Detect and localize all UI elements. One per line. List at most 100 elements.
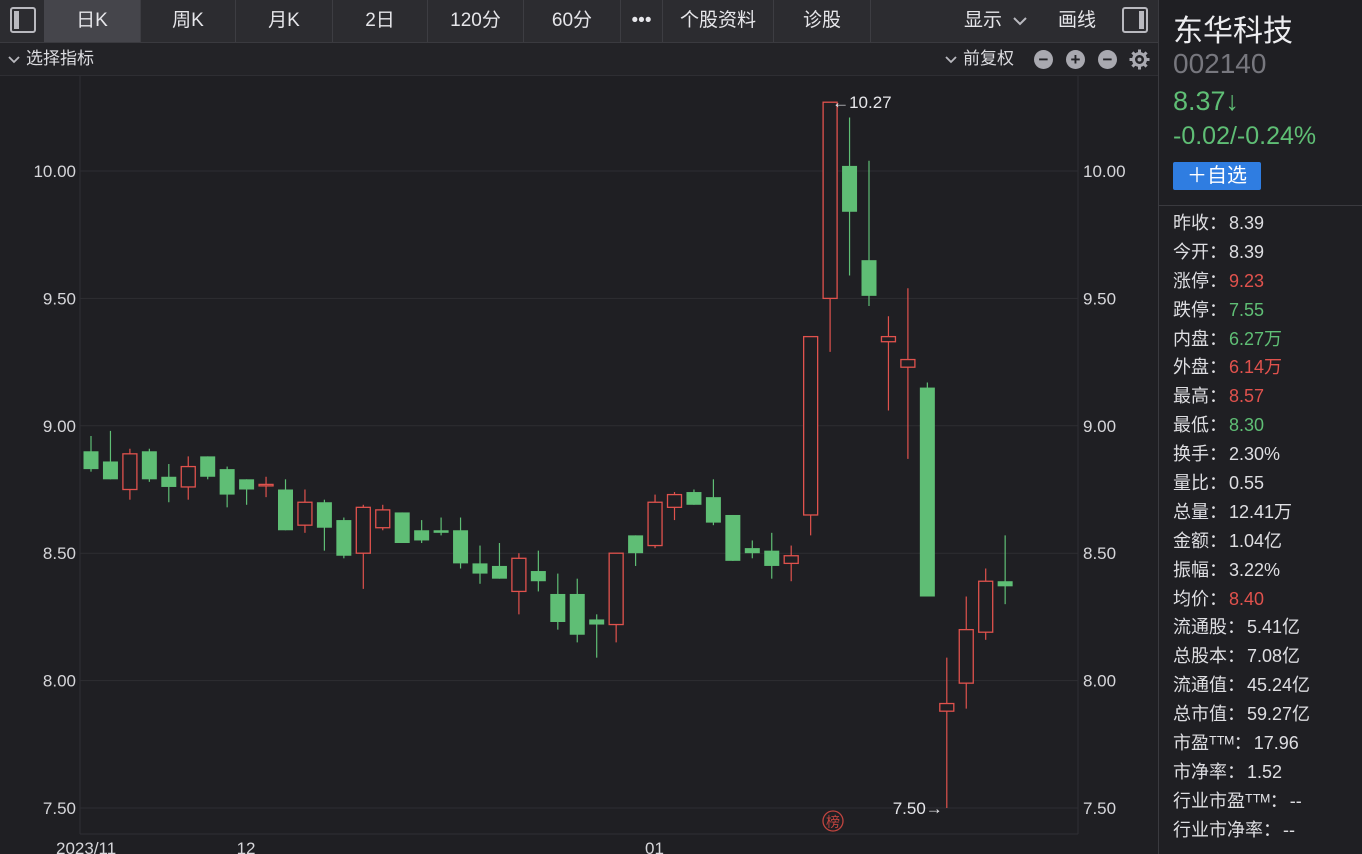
more-periods-button[interactable]: •••	[621, 0, 663, 42]
x-tick-label: 01	[645, 839, 664, 854]
stat-row: 总市值： 59.27亿	[1173, 700, 1310, 729]
candle-body-down	[414, 530, 430, 541]
tab-daily-k[interactable]: 日K	[44, 0, 141, 42]
candle-body-down	[200, 456, 216, 477]
stat-row: 总股本： 7.08亿	[1173, 642, 1310, 671]
stat-value: 9.23	[1229, 270, 1265, 291]
y-tick-label-right: 9.00	[1083, 417, 1116, 436]
stat-row: 市净率： 1.52	[1173, 758, 1310, 787]
stat-value: 12.41万	[1229, 501, 1293, 522]
tab-monthly-k[interactable]: 月K	[236, 0, 333, 42]
collapse-icon[interactable]: −	[1098, 50, 1117, 69]
stat-label: 流通股：	[1173, 617, 1245, 638]
y-tick-label-left: 9.50	[43, 289, 76, 308]
candle-body-down	[161, 476, 177, 487]
stat-value: 5.41亿	[1247, 617, 1301, 638]
candle-body-down	[453, 530, 469, 564]
stat-label: 金额：	[1173, 530, 1227, 551]
candle-body-down	[102, 461, 118, 480]
candle-body-up	[880, 335, 897, 343]
tab-weekly-k[interactable]: 周K	[141, 0, 236, 42]
candle-body-up	[258, 483, 274, 487]
candle-body-down	[725, 514, 741, 561]
candle-body-up	[180, 465, 196, 488]
stat-label: 振幅：	[1173, 559, 1227, 580]
stat-label: 行业市净率：	[1173, 819, 1281, 840]
zoom-out-icon[interactable]: −	[1034, 50, 1053, 69]
tab-2-day[interactable]: 2日	[333, 0, 428, 42]
stat-value: 0.55	[1229, 473, 1265, 494]
y-tick-label-right: 9.50	[1083, 289, 1116, 308]
tab-stock-profile[interactable]: 个股资料	[663, 0, 774, 42]
stock-code: 002140	[1173, 48, 1267, 79]
stat-row: 量比： 0.55	[1173, 469, 1310, 498]
tab-stock-diagnosis[interactable]: 诊股	[774, 0, 871, 42]
draw-line-button[interactable]: 画线	[1058, 0, 1096, 42]
stat-value: 8.39	[1229, 213, 1265, 233]
zoom-in-icon[interactable]: +	[1066, 50, 1085, 69]
add-watchlist-button[interactable]: ＋自选	[1173, 162, 1261, 190]
tab-120-min[interactable]: 120分	[428, 0, 524, 42]
stat-row: 今开： 8.39	[1173, 238, 1310, 267]
stat-row: 总量： 12.41万	[1173, 498, 1310, 527]
stat-value: 7.08亿	[1247, 646, 1301, 667]
adjust-dropdown[interactable]: 前复权	[945, 43, 1014, 75]
y-tick-label-left: 8.00	[43, 672, 76, 691]
stat-value: 8.57	[1229, 386, 1265, 407]
chevron-down-icon	[8, 55, 20, 63]
stat-label: 外盘：	[1173, 357, 1227, 378]
candle-body-down	[83, 451, 99, 470]
right-panel-toggle-icon[interactable]	[1122, 7, 1148, 33]
kline-chart[interactable]: 10.00 10.00 9.50 9.50 9.00 9.00 8.50 8.50 8.00 8.…	[0, 76, 1158, 854]
stat-label: 内盘：	[1173, 328, 1227, 349]
stat-value: 8.40	[1229, 588, 1265, 609]
candle-body-down	[394, 512, 410, 544]
stat-row: 行业市净率： --	[1173, 816, 1310, 845]
candle-body-down	[744, 548, 760, 554]
candle-body-down	[919, 387, 935, 597]
stat-label: 换手：	[1173, 444, 1227, 465]
candle-body-down	[861, 260, 877, 296]
kline-chart-svg: 10.00 10.00 9.50 9.50 9.00 9.00 8.50 8.50 8.00 8.…	[33, 76, 1126, 854]
candle-body-up	[666, 493, 683, 508]
stat-value: 6.27万	[1229, 328, 1283, 349]
stat-label: 涨停：	[1173, 270, 1227, 291]
candle-body-down	[141, 451, 157, 480]
candle-body-down	[628, 535, 644, 554]
display-dropdown[interactable]: 显示	[964, 0, 1028, 42]
quote-panel: 东华科技 002140 8.37↓ -0.02/-0.24% ＋自选 昨收： 8.…	[1158, 0, 1362, 854]
stat-label: 量比：	[1173, 473, 1227, 494]
y-tick-label-right: 10.00	[1083, 162, 1126, 181]
candle-body-up	[511, 557, 527, 593]
candle-body-down	[336, 520, 352, 556]
min-price-annotation: 7.50→	[893, 799, 943, 818]
left-panel-toggle-icon[interactable]	[10, 7, 36, 33]
stat-label: 行业市盈ᵀᵀᴹ：	[1173, 790, 1288, 811]
chevron-down-icon	[1013, 17, 1028, 26]
stat-value: 1.04亿	[1229, 530, 1283, 551]
stat-label: 总股本：	[1173, 646, 1245, 667]
candle-body-down	[589, 619, 605, 625]
stat-row: 外盘： 6.14万	[1173, 353, 1310, 382]
stat-label: 均价：	[1173, 588, 1227, 609]
y-tick-label-left: 9.00	[43, 417, 76, 436]
select-indicator-dropdown[interactable]: 选择指标	[8, 43, 94, 75]
tab-60-min[interactable]: 60分	[524, 0, 621, 42]
stock-price: 8.37↓	[1173, 86, 1240, 116]
stat-value: 45.24亿	[1247, 675, 1311, 696]
candle-body-down	[239, 479, 255, 490]
stat-value: 8.30	[1229, 415, 1265, 436]
stat-value: 7.55	[1229, 299, 1265, 320]
stat-label: 市盈ᵀᵀᴹ：	[1173, 733, 1252, 754]
candle-body-down	[219, 469, 235, 495]
candle-body-down	[472, 563, 488, 574]
stat-row: 换手： 2.30%	[1173, 440, 1310, 469]
stat-label: 总量：	[1173, 501, 1227, 522]
candle-body-up	[122, 453, 138, 491]
candle-body-up	[375, 509, 391, 529]
stats-list: 昨收： 8.39 今开： 8.39 涨停： 9.23 跌停： 7.55 内盘： 6.27万 外盘： 6…	[1173, 209, 1310, 845]
candle-body-down	[530, 571, 546, 582]
stat-value: 17.96	[1253, 733, 1299, 754]
candle-body-down	[705, 497, 721, 523]
settings-gear-icon[interactable]	[1129, 49, 1150, 70]
